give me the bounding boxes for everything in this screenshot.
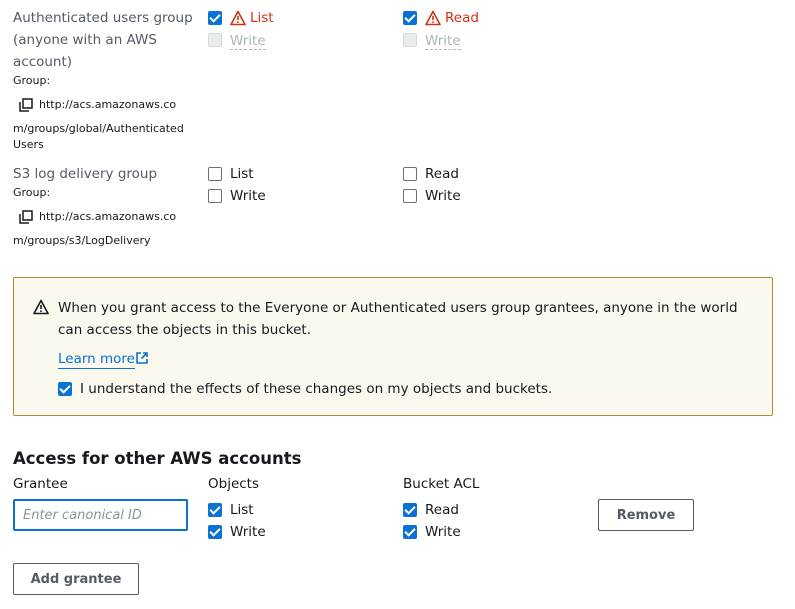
objects-list-label: List: [230, 502, 254, 518]
group-title-line: S3 log delivery group: [13, 166, 158, 182]
objects-list-checkbox[interactable]: [208, 11, 222, 25]
group-url-line: m/groups/s3/LogDelivery: [13, 234, 151, 247]
group-title-line: (anyone with an AWS: [13, 32, 157, 48]
objects-list-label: List: [230, 166, 254, 182]
acl-write-checkbox[interactable]: [403, 189, 417, 203]
warning-icon: [230, 10, 246, 26]
objects-write-checkbox[interactable]: [208, 525, 222, 539]
copy-icon[interactable]: [19, 98, 33, 112]
copy-icon[interactable]: [19, 210, 33, 224]
group-url-line: m/groups/global/Authenticated: [13, 122, 184, 135]
group-title-line: Authenticated users group: [13, 10, 193, 26]
alert-message: When you grant access to the Everyone or…: [58, 300, 738, 338]
objects-write-label: Write: [230, 33, 266, 50]
grantee-column-header: Grantee: [13, 476, 68, 492]
acl-write-checkbox[interactable]: [403, 525, 417, 539]
acl-read-label: Read: [425, 502, 459, 518]
acl-read-label: Read: [445, 10, 479, 26]
grantee-canonical-id-input[interactable]: [13, 499, 188, 531]
group-url-line: Users: [13, 138, 44, 151]
group-label: Group:: [13, 186, 51, 199]
objects-list-label: List: [250, 10, 274, 26]
objects-write-label: Write: [230, 188, 266, 204]
section-heading: Access for other AWS accounts: [13, 449, 302, 468]
learn-more-link[interactable]: Learn more: [58, 350, 135, 369]
acl-write-checkbox[interactable]: [403, 33, 417, 47]
remove-button[interactable]: Remove: [598, 499, 694, 531]
acl-read-checkbox[interactable]: [403, 167, 417, 181]
learn-more-label: Learn more: [58, 351, 135, 367]
acl-write-label: Write: [425, 33, 461, 50]
group-label: Group:: [13, 74, 51, 87]
acl-write-label: Write: [425, 188, 461, 204]
acknowledge-checkbox[interactable]: [58, 382, 72, 396]
warning-icon: [425, 10, 441, 26]
objects-list-checkbox[interactable]: [208, 503, 222, 517]
external-link-icon[interactable]: [135, 351, 149, 365]
add-grantee-button[interactable]: Add grantee: [13, 563, 139, 595]
acl-write-label: Write: [425, 524, 461, 540]
objects-write-checkbox[interactable]: [208, 189, 222, 203]
objects-list-checkbox[interactable]: [208, 167, 222, 181]
acknowledge-label: I understand the effects of these change…: [80, 381, 553, 397]
acl-read-checkbox[interactable]: [403, 11, 417, 25]
group-url-line: http://acs.amazonaws.co: [39, 98, 177, 111]
acl-read-checkbox[interactable]: [403, 503, 417, 517]
objects-column-header: Objects: [208, 476, 260, 492]
objects-write-checkbox[interactable]: [208, 33, 222, 47]
acl-read-label: Read: [425, 166, 459, 182]
group-url-line: http://acs.amazonaws.co: [39, 210, 177, 223]
group-title-line: account): [13, 54, 73, 70]
bucket-acl-column-header: Bucket ACL: [403, 476, 480, 492]
public-access-warning-alert: When you grant access to the Everyone or…: [13, 277, 773, 416]
warning-icon: [33, 299, 49, 315]
objects-write-label: Write: [230, 524, 266, 540]
